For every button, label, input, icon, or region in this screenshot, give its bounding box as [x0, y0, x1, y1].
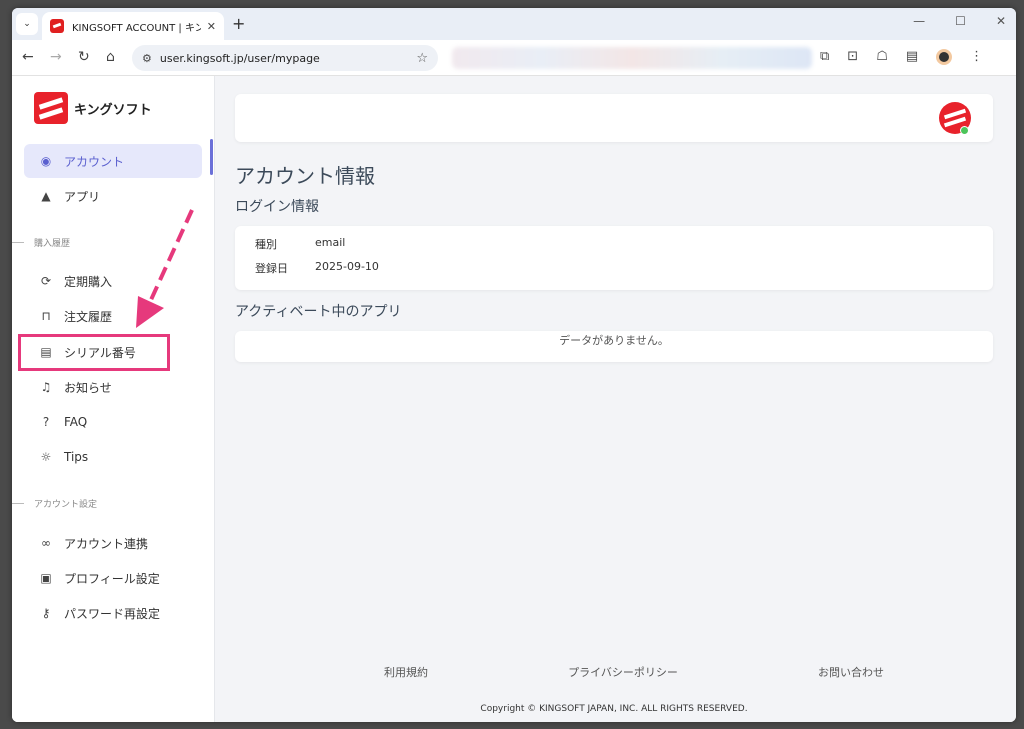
- lens-icon[interactable]: ⊡: [847, 49, 858, 65]
- info-key: 登録日: [255, 262, 288, 275]
- sidebar: キングソフト ◉ アカウント ▲ アプリ 購入履歴 ⟳ 定期購入 ⊓ 注文履歴: [12, 76, 215, 722]
- minimize-icon[interactable]: —: [913, 14, 925, 28]
- browser-window: ⌄ KINGSOFT ACCOUNT | キングソフ ✕ + — ☐ ✕ ← →…: [12, 8, 1016, 722]
- tab-search-icon[interactable]: ⌄: [16, 13, 38, 35]
- sidebar-item-profile[interactable]: ▣ プロフィール設定: [24, 561, 202, 595]
- incognito-icon[interactable]: ☖: [876, 49, 888, 65]
- lightbulb-icon: ☼: [40, 450, 52, 464]
- sidebar-item-account[interactable]: ◉ アカウント: [24, 144, 202, 178]
- url-field[interactable]: ⚙ user.kingsoft.jp/user/mypage ☆: [132, 45, 438, 71]
- sidebar-item-notices[interactable]: ♫ お知らせ: [24, 370, 202, 404]
- sidebar-item-label: Tips: [64, 450, 89, 464]
- sidebar-item-tips[interactable]: ☼ Tips: [24, 440, 202, 474]
- annotation-highlight-box: [18, 334, 170, 371]
- sidebar-item-password[interactable]: ⚷ パスワード再設定: [24, 596, 202, 630]
- login-info-card: 種別 email 登録日 2025-09-10: [235, 226, 993, 290]
- sidebar-item-account-link[interactable]: ∞ アカウント連携: [24, 526, 202, 560]
- window-controls: — ☐ ✕: [913, 14, 1006, 28]
- menu-icon[interactable]: ⋮: [970, 49, 983, 65]
- tab-bar: ⌄ KINGSOFT ACCOUNT | キングソフ ✕ + — ☐ ✕: [12, 8, 1016, 40]
- info-row: 種別 email: [255, 236, 345, 252]
- site-settings-icon[interactable]: ⚙: [142, 52, 152, 65]
- link-icon: ∞: [41, 536, 51, 550]
- section-account-settings: アカウント設定: [12, 497, 212, 510]
- tab-title: KINGSOFT ACCOUNT | キングソフ: [72, 22, 201, 34]
- key-icon: ⚷: [41, 606, 51, 620]
- sidebar-item-label: アカウント: [64, 154, 125, 169]
- close-window-icon[interactable]: ✕: [996, 14, 1006, 28]
- footer-link-contact[interactable]: お問い合わせ: [818, 664, 884, 680]
- maximize-icon[interactable]: ☐: [955, 14, 966, 28]
- copyright: Copyright © KINGSOFT JAPAN, INC. ALL RIG…: [480, 704, 748, 714]
- page: キングソフト ◉ アカウント ▲ アプリ 購入履歴 ⟳ 定期購入 ⊓ 注文履歴: [12, 76, 1016, 722]
- toolbar-icons: ⧉ ⊡ ☖ ▤ ⋮: [820, 49, 983, 65]
- brand-name: キングソフト: [74, 102, 152, 118]
- sidebar-item-label: お知らせ: [64, 380, 112, 395]
- info-key: 種別: [255, 238, 277, 251]
- browser-tab[interactable]: KINGSOFT ACCOUNT | キングソフ ✕: [42, 12, 224, 40]
- kingsoft-logo-icon: [34, 92, 68, 124]
- forward-icon[interactable]: →: [50, 49, 62, 65]
- url-text: user.kingsoft.jp/user/mypage: [159, 51, 320, 65]
- info-value: email: [315, 236, 346, 249]
- reload-icon[interactable]: ↻: [78, 49, 90, 65]
- kingsoft-favicon-icon: [50, 19, 64, 33]
- login-section-title: ログイン情報: [235, 199, 319, 215]
- profile-avatar[interactable]: [936, 49, 953, 65]
- sidebar-item-label: プロフィール設定: [64, 571, 160, 586]
- empty-message: データがありません。: [559, 334, 669, 347]
- reading-list-icon[interactable]: ▤: [906, 49, 918, 65]
- user-circle-icon: ◉: [40, 154, 52, 168]
- sidebar-item-label: アプリ: [64, 189, 101, 204]
- sidebar-item-faq[interactable]: ? FAQ: [24, 405, 202, 439]
- info-value: 2025-09-10: [315, 260, 379, 273]
- sidebar-item-label: FAQ: [64, 415, 88, 429]
- bookmark-star-icon[interactable]: ☆: [416, 51, 428, 66]
- active-indicator: [210, 139, 213, 175]
- sync-icon: ⟳: [40, 274, 52, 288]
- footer-link-terms[interactable]: 利用規約: [384, 664, 428, 680]
- address-bar: ← → ↻ ⌂ ⚙ user.kingsoft.jp/user/mypage ☆…: [12, 40, 1016, 76]
- new-tab-icon[interactable]: +: [232, 14, 245, 33]
- extensions-icon[interactable]: ⧉: [820, 49, 829, 65]
- header-card: [235, 94, 993, 142]
- tab-close-icon[interactable]: ✕: [207, 20, 216, 33]
- page-title: アカウント情報: [235, 164, 375, 188]
- sidebar-item-label: 注文履歴: [64, 309, 113, 324]
- bookmarks-blurred: [452, 47, 812, 69]
- sidebar-item-label: パスワード再設定: [64, 606, 161, 621]
- bag-icon: ⊓: [41, 309, 51, 323]
- apps-empty-card: データがありません。: [235, 331, 993, 362]
- profile-icon: ▣: [40, 571, 52, 585]
- apps-section-title: アクティベート中のアプリ: [235, 304, 402, 320]
- info-row: 登録日 2025-09-10: [255, 260, 379, 276]
- sidebar-item-label: アカウント連携: [64, 536, 149, 551]
- apps-icon: ▲: [41, 189, 51, 203]
- online-status-icon: [960, 126, 969, 135]
- brand-logo[interactable]: キングソフト: [34, 92, 152, 124]
- sidebar-item-label: 定期購入: [64, 274, 113, 289]
- back-icon[interactable]: ←: [22, 49, 34, 65]
- footer-links: 利用規約 プライバシーポリシー お問い合わせ: [384, 664, 884, 680]
- bell-icon: ♫: [40, 380, 52, 394]
- annotation-arrow-icon: [136, 209, 194, 328]
- question-icon: ?: [42, 415, 50, 429]
- footer-link-privacy[interactable]: プライバシーポリシー: [568, 664, 678, 680]
- home-icon[interactable]: ⌂: [106, 49, 115, 65]
